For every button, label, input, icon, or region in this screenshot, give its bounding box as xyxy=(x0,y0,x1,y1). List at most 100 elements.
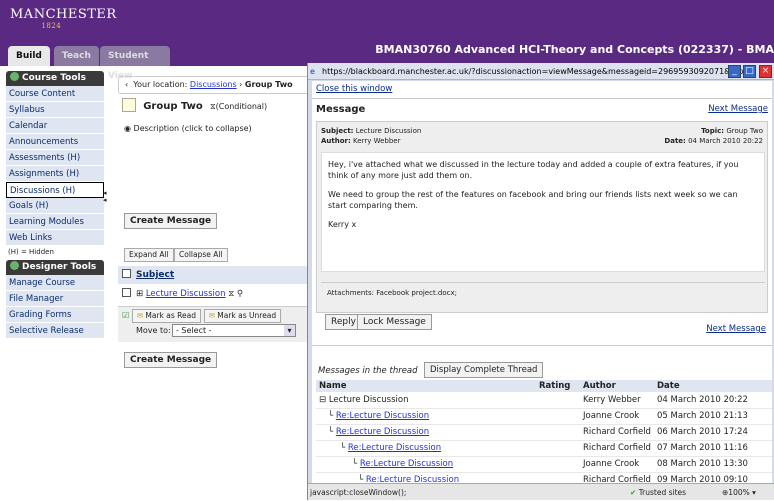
row-checkbox[interactable] xyxy=(122,288,131,297)
popup-url: https://blackboard.manchester.ac.uk/?dis… xyxy=(322,67,766,76)
university-logo[interactable]: MANCHESTER 1824 xyxy=(10,8,117,31)
group-title: Group Two xyxy=(143,101,203,112)
mark-as-read-label: Mark as Read xyxy=(145,311,197,320)
topic-value: Group Two xyxy=(726,127,763,135)
sidebar-item-course-content[interactable]: Course Content xyxy=(6,86,104,102)
col-author[interactable]: Author xyxy=(580,380,654,392)
topic-link[interactable]: Lecture Discussion xyxy=(146,289,226,299)
description-toggle[interactable]: ◉ Description (click to collapse) xyxy=(124,124,252,133)
subject-sort-link[interactable]: Subject xyxy=(136,270,174,280)
sidebar-item-calendar[interactable]: Calendar xyxy=(6,118,104,134)
select-all-checkbox[interactable] xyxy=(122,269,131,278)
tab-student-view[interactable]: Student View xyxy=(100,46,170,81)
mark-as-read-button[interactable]: ✉ Mark as Read xyxy=(131,309,202,323)
popup-title-bar[interactable]: e https://blackboard.manchester.ac.uk/?d… xyxy=(308,63,774,80)
minimize-window-button[interactable]: _ xyxy=(728,65,741,78)
sidebar-item-syllabus[interactable]: Syllabus xyxy=(6,102,104,118)
col-rating[interactable]: Rating xyxy=(536,380,580,392)
collapse-sidebar-arrows-icon[interactable]: ◂ ◂ xyxy=(103,190,107,204)
next-message-link-bottom[interactable]: Next Message xyxy=(706,324,766,334)
table-row: └ Re:Lecture Discussion Joanne Crook 08 … xyxy=(316,456,772,473)
envelope-icon: ✉ xyxy=(208,311,215,320)
attachments: Attachments: Facebook project.docx; xyxy=(327,289,457,297)
sidebar-item-assessments[interactable]: Assessments (H) xyxy=(6,150,104,166)
divider xyxy=(312,345,772,346)
sidebar-item-assignments[interactable]: Assignments (H) xyxy=(6,166,104,182)
sidebar-item-selective-release[interactable]: Selective Release xyxy=(6,323,104,339)
sidebar-item-goals[interactable]: Goals (H) xyxy=(6,198,104,214)
thread-reply: └ Re:Lecture Discussion xyxy=(316,424,536,441)
mark-as-unread-button[interactable]: ✉ Mark as Unread xyxy=(203,309,282,323)
message-author: Richard Corfield xyxy=(580,424,654,441)
course-tools-header[interactable]: Course Tools xyxy=(6,71,104,86)
topic-status-icons: ⧖ ⚲ xyxy=(228,289,244,299)
message-date: 06 March 2010 17:24 xyxy=(654,424,772,441)
back-arrow-icon[interactable]: ‹ xyxy=(125,80,128,89)
checkmark-icon: ✔ xyxy=(630,488,637,497)
col-date[interactable]: Date xyxy=(654,380,772,392)
message-link[interactable]: Re:Lecture Discussion xyxy=(348,443,441,453)
author-value: Kerry Webber xyxy=(353,137,401,145)
zoom-control[interactable]: ⊕100% ▾ xyxy=(722,484,756,501)
rating-cell xyxy=(536,424,580,441)
message-author: Joanne Crook xyxy=(580,456,654,473)
description-label: Description (click to collapse) xyxy=(133,124,252,133)
attachment-link[interactable]: Facebook project.docx xyxy=(376,289,454,297)
discussion-icon xyxy=(122,98,136,112)
thread-reply: └ Re:Lecture Discussion xyxy=(316,440,536,457)
trusted-sites-zone[interactable]: ✔ Trusted sites xyxy=(630,484,686,501)
breadcrumb-link-discussions[interactable]: Discussions xyxy=(190,80,237,89)
sidebar-item-file-manager[interactable]: File Manager xyxy=(6,291,104,307)
tab-teach[interactable]: Teach xyxy=(54,46,99,66)
message-date: 04 March 2010 20:22 xyxy=(654,392,772,409)
designer-tools-header[interactable]: Designer Tools xyxy=(6,260,104,275)
create-message-button-bottom[interactable]: Create Message xyxy=(124,352,218,368)
zone-label: Trusted sites xyxy=(638,488,687,497)
table-row: └ Re:Lecture Discussion Richard Corfield… xyxy=(316,440,772,457)
divider xyxy=(312,98,772,99)
breadcrumb-current: Group Two xyxy=(244,80,293,89)
sidebar-item-discussions[interactable]: Discussions (H) xyxy=(6,182,104,198)
message-link[interactable]: Re:Lecture Discussion xyxy=(336,411,429,421)
sidebar-item-announcements[interactable]: Announcements xyxy=(6,134,104,150)
thread-reply: └ Re:Lecture Discussion xyxy=(316,456,536,473)
message-body: Hey, i've attached what we discussed in … xyxy=(321,152,765,272)
lock-message-button[interactable]: Lock Message xyxy=(357,314,432,330)
expand-plus-icon[interactable]: ⊞ xyxy=(136,289,143,299)
topic-label: Topic: xyxy=(701,127,725,135)
col-name[interactable]: Name xyxy=(316,380,536,392)
collapse-all-button[interactable]: Collapse All xyxy=(174,248,228,262)
sidebar-item-web-links[interactable]: Web Links xyxy=(6,230,104,246)
table-row: ⊟ Lecture Discussion Kerry Webber 04 Mar… xyxy=(316,392,772,409)
author-label: Author: xyxy=(321,137,351,145)
message-date: 08 March 2010 13:30 xyxy=(654,456,772,473)
tab-build[interactable]: Build xyxy=(8,46,50,66)
message-popup-window: e https://blackboard.manchester.ac.uk/?d… xyxy=(307,63,774,500)
mark-as-unread-label: Mark as Unread xyxy=(217,311,277,320)
move-to-select[interactable]: - Select - ▾ xyxy=(172,324,296,337)
browser-status-bar: javascript:closeWindow(); ✔ Trusted site… xyxy=(308,483,774,500)
close-window-button[interactable]: × xyxy=(759,65,772,78)
collapse-minus-icon[interactable]: ⊟ xyxy=(319,395,326,405)
display-complete-thread-button[interactable]: Display Complete Thread xyxy=(424,362,544,378)
sidebar-item-manage-course[interactable]: Manage Course xyxy=(6,275,104,291)
thread-reply: └ Re:Lecture Discussion xyxy=(316,408,536,425)
course-tools-title: Course Tools xyxy=(22,73,86,83)
course-tools-sidebar: Course Tools Course Content Syllabus Cal… xyxy=(6,71,104,339)
maximize-window-button[interactable]: □ xyxy=(743,65,756,78)
message-link[interactable]: Re:Lecture Discussion xyxy=(360,459,453,469)
sidebar-item-grading-forms[interactable]: Grading Forms xyxy=(6,307,104,323)
message-link[interactable]: Re:Lecture Discussion xyxy=(336,427,429,437)
logo-year: 1824 xyxy=(41,22,62,30)
message-panel: Subject: Lecture Discussion Topic: Group… xyxy=(316,121,768,330)
thread-label: Messages in the thread xyxy=(318,366,418,376)
browser-ie-icon: e xyxy=(310,67,315,76)
create-message-button[interactable]: Create Message xyxy=(124,213,218,229)
status-text: javascript:closeWindow(); xyxy=(310,488,407,497)
close-window-link[interactable]: Close this window xyxy=(316,84,392,94)
mark-actions: ☑ ✉ Mark as Read ✉ Mark as Unread xyxy=(122,309,282,323)
expand-all-button[interactable]: Expand All xyxy=(124,248,174,262)
sidebar-item-learning-modules[interactable]: Learning Modules xyxy=(6,214,104,230)
next-message-link[interactable]: Next Message xyxy=(708,104,768,114)
hidden-legend: (H) = Hidden xyxy=(8,248,54,256)
